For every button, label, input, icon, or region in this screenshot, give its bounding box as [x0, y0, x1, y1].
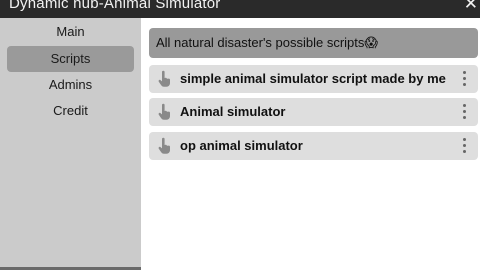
window-title: Dynamic hub-Animal Simulator	[9, 0, 221, 12]
section-header: All natural disaster's possible scripts😱	[149, 28, 478, 58]
more-options-icon[interactable]	[463, 71, 467, 87]
close-icon[interactable]: ✕	[464, 0, 478, 14]
sidebar-item-label: Admins	[48, 77, 93, 92]
sidebar-item-label: Scripts	[50, 51, 91, 66]
script-label: op animal simulator	[180, 138, 303, 153]
script-label: simple animal simulator script made by m…	[180, 71, 446, 86]
sidebar-item-main[interactable]: Main	[7, 19, 134, 45]
sidebar: Main Scripts Admins Credit	[0, 18, 141, 270]
pointer-hand-icon	[158, 70, 170, 87]
sidebar-item-label: Credit	[53, 103, 88, 118]
script-row[interactable]: op animal simulator	[149, 132, 478, 160]
sidebar-item-credit[interactable]: Credit	[7, 98, 134, 124]
sidebar-item-admins[interactable]: Admins	[7, 72, 134, 98]
more-options-icon[interactable]	[463, 138, 467, 154]
script-label: Animal simulator	[180, 104, 286, 119]
script-row[interactable]: Animal simulator	[149, 98, 478, 126]
pointer-hand-icon	[158, 137, 170, 154]
more-options-icon[interactable]	[463, 104, 467, 120]
sidebar-item-scripts[interactable]: Scripts	[7, 46, 134, 72]
script-row[interactable]: simple animal simulator script made by m…	[149, 65, 478, 93]
pointer-hand-icon	[158, 103, 170, 120]
sidebar-item-label: Main	[56, 24, 85, 39]
main-panel: All natural disaster's possible scripts😱…	[141, 18, 480, 270]
title-bar: Dynamic hub-Animal Simulator ✕	[0, 0, 480, 18]
